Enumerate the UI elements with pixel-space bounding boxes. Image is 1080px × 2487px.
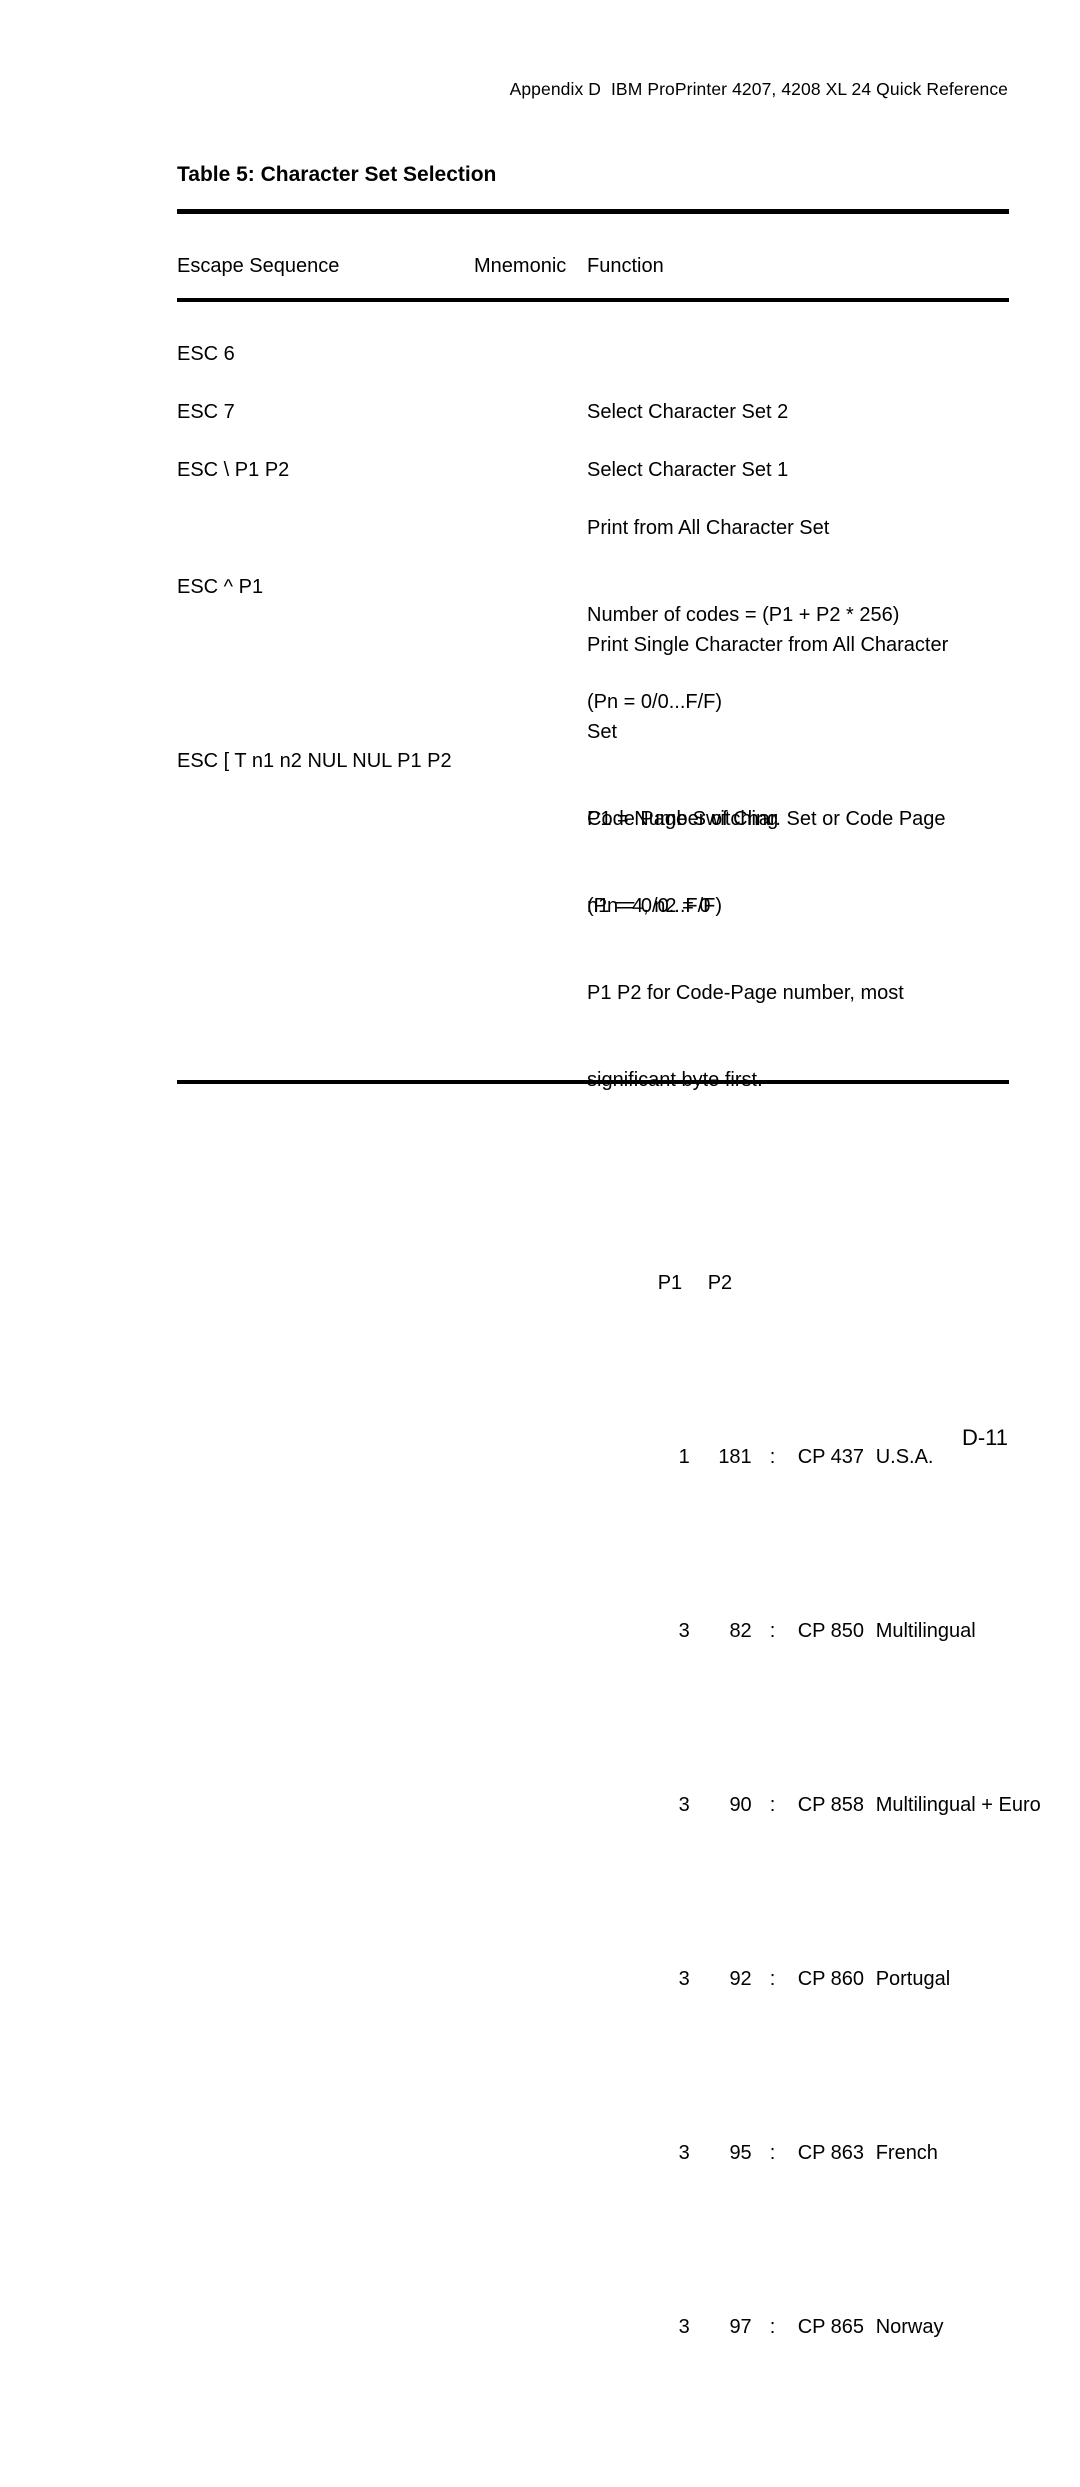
escape-sequence-cell: ESC ^ P1 bbox=[177, 576, 264, 598]
code-page-p1: 3 bbox=[678, 1620, 690, 1642]
table-top-rule bbox=[177, 209, 1009, 214]
code-page-number: CP 863 bbox=[797, 2142, 865, 2164]
code-page-p1: 3 bbox=[678, 1968, 690, 1990]
code-page-name: French bbox=[875, 2142, 938, 2164]
function-line: Code Page Switching bbox=[587, 808, 779, 830]
function-line: significant byte first. bbox=[587, 1069, 763, 1091]
table-title: Table 5: Character Set Selection bbox=[177, 163, 497, 186]
code-page-number: CP 865 bbox=[797, 2316, 865, 2338]
function-line: P1 P2 for Code-Page number, most bbox=[587, 982, 904, 1004]
escape-sequence-cell: ESC 7 bbox=[177, 401, 235, 423]
code-page-header-p1: P1 bbox=[657, 1272, 683, 1294]
code-page-colon: : bbox=[769, 2316, 776, 2338]
code-page-p1: 3 bbox=[678, 2142, 690, 2164]
code-page-row: 3 90: CP 858 Multilingual + Euro bbox=[587, 1762, 1041, 1849]
code-page-p1: 3 bbox=[678, 1794, 690, 1816]
code-page-row: 3 92: CP 860 Portugal bbox=[587, 1936, 1009, 2023]
table-row: ESC [ T n1 n2 NUL NUL P1 P2 Code Page Sw… bbox=[177, 747, 1041, 2338]
document-page: Appendix D IBM ProPrinter 4207, 4208 XL … bbox=[0, 0, 1080, 2338]
code-page-number: CP 860 bbox=[797, 1968, 865, 1990]
table-body: ESC 6 Select Character Set 2 ESC 7 Selec… bbox=[177, 340, 1041, 2338]
code-page-p2: 95 bbox=[729, 2142, 752, 2164]
table-row: ESC \ P1 P2 Print from All Character Set… bbox=[177, 456, 1009, 713]
code-page-header-p2: P2 bbox=[707, 1272, 733, 1294]
function-line: Print from All Character Set bbox=[587, 517, 830, 539]
function-line: Set bbox=[587, 721, 618, 743]
code-page-p2: 97 bbox=[729, 2316, 752, 2338]
code-page-p2: 90 bbox=[729, 1794, 752, 1816]
escape-sequence-cell: ESC [ T n1 n2 NUL NUL P1 P2 bbox=[177, 750, 452, 772]
page-number: D-11 bbox=[961, 1425, 1008, 1450]
code-page-table: P1 P2 1 181: CP 437 U.S.A. 3 82: CP 850 Multili… bbox=[587, 1182, 1041, 2429]
code-page-colon: : bbox=[769, 1620, 776, 1642]
code-page-colon: : bbox=[769, 1968, 776, 1990]
code-page-name: Portugal bbox=[875, 1968, 951, 1990]
code-page-name: Multilingual + Euro bbox=[875, 1794, 1041, 1816]
table-row: ESC ^ P1 Print Single Character from All… bbox=[177, 573, 1009, 917]
code-page-p2: 92 bbox=[729, 1968, 752, 1990]
table-row: ESC 6 Select Character Set 2 bbox=[177, 340, 1009, 423]
code-page-name: Multilingual bbox=[875, 1620, 976, 1642]
code-page-name: Norway bbox=[875, 2316, 944, 2338]
escape-sequence-cell: ESC 6 bbox=[177, 343, 235, 365]
code-page-table-header: P1 P2 bbox=[587, 1240, 1009, 1327]
column-header-escape-sequence: Escape Sequence bbox=[177, 255, 340, 277]
code-page-colon: : bbox=[769, 1794, 776, 1816]
column-header-function: Function bbox=[587, 255, 664, 277]
code-page-row: 3 95: CP 863 French bbox=[587, 2110, 1009, 2197]
function-cell: Code Page Switching n1 = 4, n2 = 0 P1 P2… bbox=[587, 747, 1041, 2487]
escape-sequence-cell: ESC \ P1 P2 bbox=[177, 459, 290, 481]
code-page-number: CP 858 bbox=[797, 1794, 865, 1816]
code-page-p2: 82 bbox=[729, 1620, 752, 1642]
table-row: ESC 7 Select Character Set 1 bbox=[177, 398, 1009, 481]
function-line: Print Single Character from All Characte… bbox=[587, 634, 949, 656]
code-page-row: 3 97: CP 865 Norway bbox=[587, 2284, 1009, 2371]
column-header-mnemonic: Mnemonic bbox=[474, 255, 567, 277]
code-page-row: 3 82: CP 850 Multilingual bbox=[587, 1588, 1009, 1675]
code-page-colon: : bbox=[769, 2142, 776, 2164]
code-page-p1: 3 bbox=[678, 2316, 690, 2338]
running-header: Appendix D IBM ProPrinter 4207, 4208 XL … bbox=[509, 79, 1008, 99]
code-page-number: CP 850 bbox=[797, 1620, 865, 1642]
function-line: n1 = 4, n2 = 0 bbox=[587, 895, 711, 917]
